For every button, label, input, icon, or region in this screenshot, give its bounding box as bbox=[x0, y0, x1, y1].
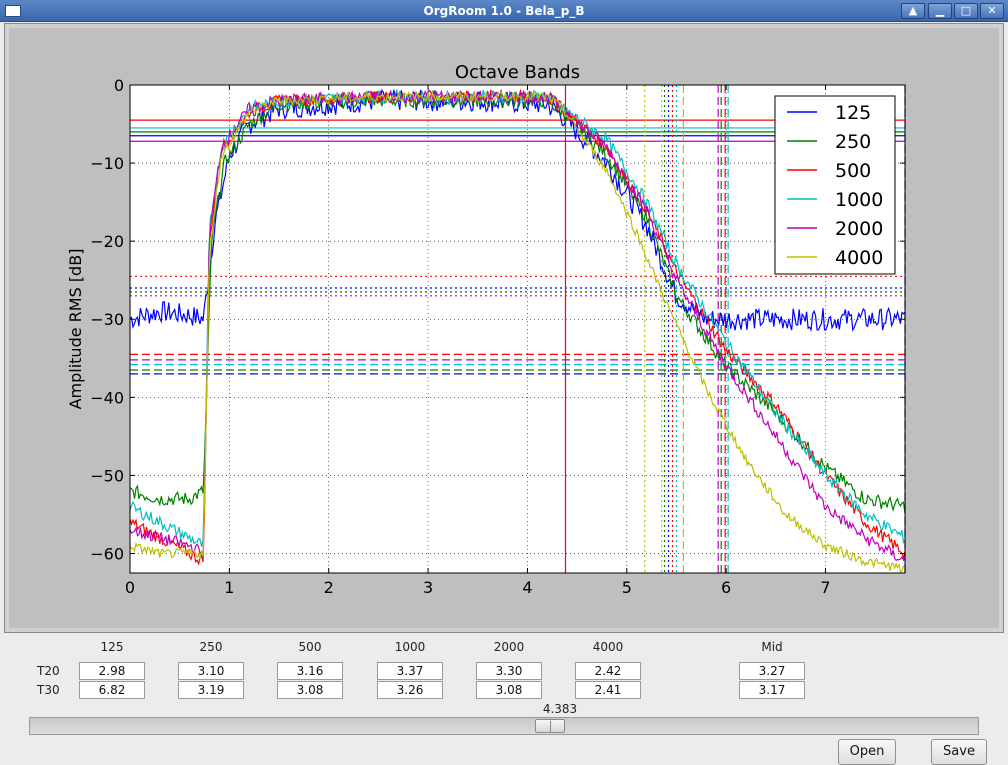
legend-label-1000: 1000 bbox=[835, 189, 883, 211]
t20-field-500[interactable]: 3.16 bbox=[277, 662, 343, 680]
band-header-mid: Mid bbox=[761, 640, 783, 654]
band-header-2000: 2000 bbox=[493, 640, 525, 654]
window-minimize-button[interactable]: ▁ bbox=[928, 3, 952, 19]
t20-field-mid[interactable]: 3.27 bbox=[739, 662, 805, 680]
y-tick-label: −10 bbox=[90, 154, 124, 173]
x-tick-label: 1 bbox=[224, 578, 234, 597]
x-tick-label: 7 bbox=[820, 578, 830, 597]
save-button[interactable]: Save bbox=[931, 739, 987, 765]
band-header-4000: 4000 bbox=[592, 640, 624, 654]
y-tick-label: 0 bbox=[114, 76, 124, 95]
time-slider[interactable] bbox=[29, 717, 979, 735]
t30-field-4000[interactable]: 2.41 bbox=[575, 681, 641, 699]
t20-field-250[interactable]: 3.10 bbox=[178, 662, 244, 680]
t30-field-2000[interactable]: 3.08 bbox=[476, 681, 542, 699]
band-header-250: 250 bbox=[199, 640, 223, 654]
legend-label-250: 250 bbox=[835, 131, 871, 153]
band-header-125: 125 bbox=[100, 640, 124, 654]
plot-panel: 0 1 2 3 4 5 6 7 0 −10 −20 −30 −40 −50 −60 Octave Bands A… bbox=[4, 23, 1004, 633]
y-tick-label: −20 bbox=[90, 232, 124, 251]
row-label-t30: T30 bbox=[37, 683, 60, 697]
x-tick-label: 6 bbox=[721, 578, 731, 597]
window-close-button[interactable]: ✕ bbox=[980, 3, 1004, 19]
band-header-1000: 1000 bbox=[394, 640, 426, 654]
open-button[interactable]: Open bbox=[838, 739, 896, 765]
slider-handle[interactable] bbox=[535, 719, 565, 733]
band-header-500: 500 bbox=[298, 640, 322, 654]
y-tick-label: −30 bbox=[90, 310, 124, 329]
t30-field-mid[interactable]: 3.17 bbox=[739, 681, 805, 699]
y-tick-label: −40 bbox=[90, 388, 124, 407]
chart-title: Octave Bands bbox=[455, 62, 580, 83]
row-label-t20: T20 bbox=[37, 664, 60, 678]
t30-field-1000[interactable]: 3.26 bbox=[377, 681, 443, 699]
window-maximize-button[interactable]: □ bbox=[954, 3, 978, 19]
x-tick-label: 4 bbox=[522, 578, 532, 597]
legend-label-2000: 2000 bbox=[835, 218, 883, 240]
t20-field-125[interactable]: 2.98 bbox=[79, 662, 145, 680]
window-raise-button[interactable]: ▲ bbox=[901, 3, 925, 19]
t30-field-125[interactable]: 6.82 bbox=[79, 681, 145, 699]
legend-label-125: 125 bbox=[835, 102, 871, 124]
slider-value-label: 4.383 bbox=[542, 702, 578, 716]
x-tick-label: 3 bbox=[423, 578, 433, 597]
y-axis-label: Amplitude RMS [dB] bbox=[66, 249, 85, 410]
title-bar: OrgRoom 1.0 - Bela_p_B ▲ ▁ □ ✕ bbox=[0, 0, 1008, 22]
x-tick-label: 5 bbox=[622, 578, 632, 597]
t20-field-1000[interactable]: 3.37 bbox=[377, 662, 443, 680]
t20-field-2000[interactable]: 3.30 bbox=[476, 662, 542, 680]
y-tick-label: −50 bbox=[90, 466, 124, 485]
t30-field-500[interactable]: 3.08 bbox=[277, 681, 343, 699]
octave-bands-chart: 0 1 2 3 4 5 6 7 0 −10 −20 −30 −40 −50 −60 Octave Bands A… bbox=[66, 62, 906, 597]
y-tick-label: −60 bbox=[90, 544, 124, 563]
x-tick-label: 2 bbox=[324, 578, 334, 597]
legend-label-4000: 4000 bbox=[835, 247, 883, 269]
t30-field-250[interactable]: 3.19 bbox=[178, 681, 244, 699]
legend-label-500: 500 bbox=[835, 160, 871, 182]
t20-field-4000[interactable]: 2.42 bbox=[575, 662, 641, 680]
x-tick-label: 0 bbox=[125, 578, 135, 597]
window-title: OrgRoom 1.0 - Bela_p_B bbox=[423, 4, 585, 18]
plot-canvas: 0 1 2 3 4 5 6 7 0 −10 −20 −30 −40 −50 −60 Octave Bands A… bbox=[9, 28, 999, 628]
